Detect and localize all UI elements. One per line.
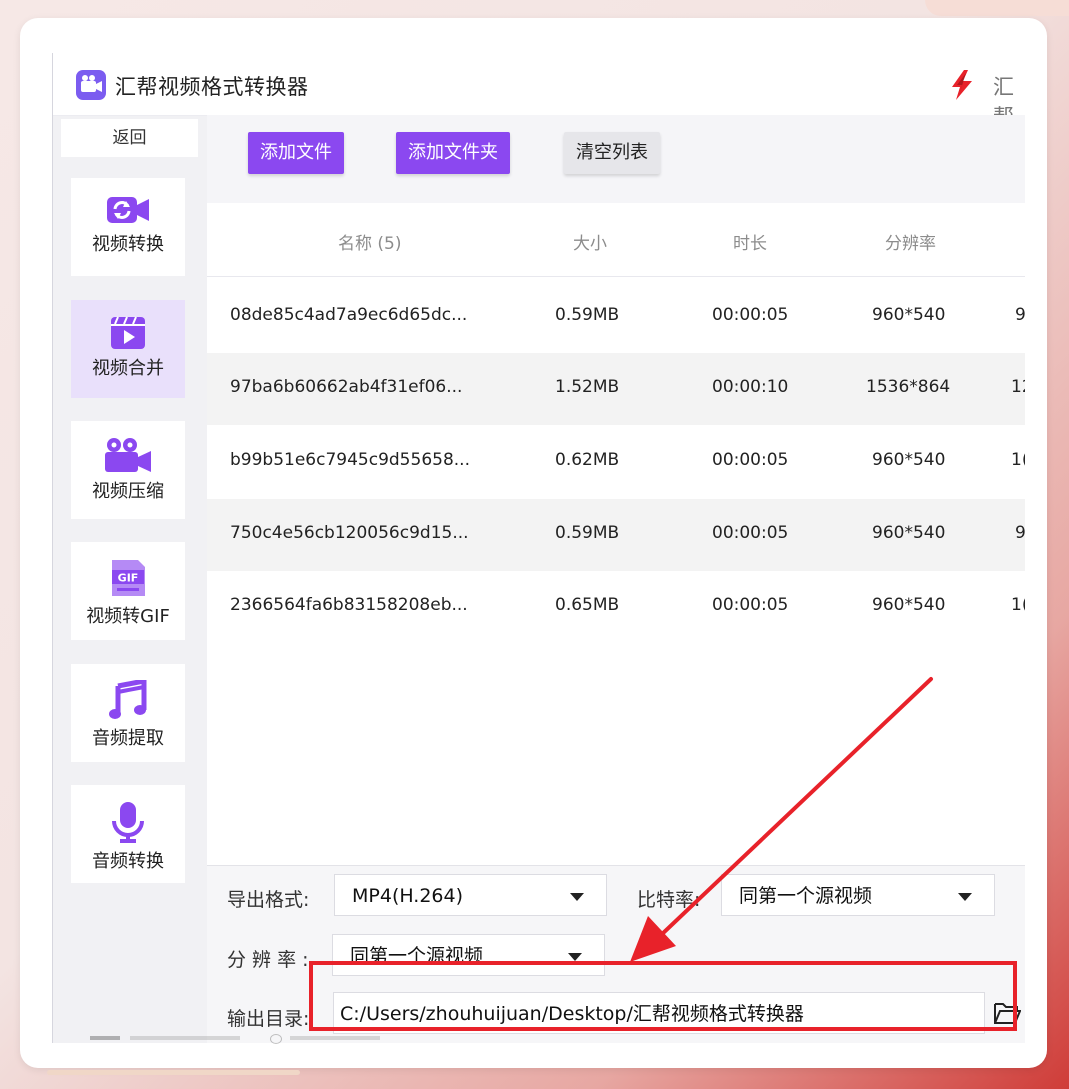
- annotation-arrow-icon: [630, 677, 933, 962]
